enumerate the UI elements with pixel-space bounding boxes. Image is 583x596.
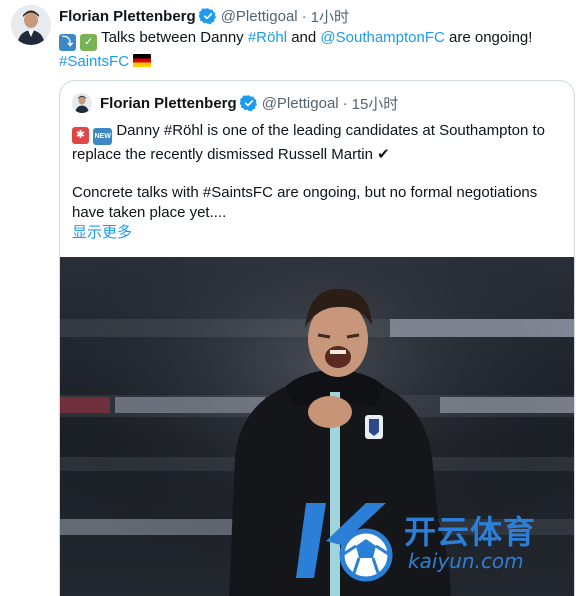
tweet-text-suffix: are ongoing! (444, 29, 533, 46)
quoted-author-name[interactable]: Florian Plettenberg (100, 95, 237, 112)
quoted-verified-badge-icon (239, 95, 257, 112)
author-avatar[interactable] (11, 5, 51, 45)
quoted-author-avatar-image (72, 93, 92, 113)
hashtag-saints-link[interactable]: #SaintsFC (59, 53, 129, 70)
quoted-paragraph-2: Concrete talks with #SaintsFC are ongoin… (72, 184, 538, 221)
kaiyun-logo-icon (296, 503, 393, 582)
hashtag-rohl-link[interactable]: #Röhl (248, 29, 287, 46)
quoted-header-separator: · (342, 94, 348, 112)
tweet: Florian Plettenberg @Plettigoal · 1小时 ⤵ … (0, 0, 583, 596)
header-separator: · (301, 7, 307, 25)
redirect-arrow-icon: ⤵ (59, 34, 76, 51)
watermark-brand-cn: 开云体育 (404, 513, 537, 551)
verified-badge-icon (198, 8, 216, 25)
tweet-text-and: and (287, 29, 321, 46)
brand-watermark: 开云体育 kaiyun.com (296, 493, 576, 588)
quoted-author-avatar[interactable] (72, 93, 92, 113)
author-name[interactable]: Florian Plettenberg (59, 8, 196, 25)
author-handle[interactable]: @Plettigoal (221, 8, 298, 25)
quoted-author-handle[interactable]: @Plettigoal (262, 95, 339, 112)
tweet-time[interactable]: 1小时 (311, 6, 349, 27)
quoted-paragraph-1: Danny #Röhl is one of the leading candid… (72, 122, 545, 163)
germany-flag-icon (133, 54, 152, 67)
author-avatar-image (11, 5, 51, 45)
new-button-icon: NEW (93, 128, 113, 145)
show-more-link[interactable]: 显示更多 (72, 221, 132, 242)
tweet-text: ⤵ ✓ Talks between Danny #Röhl and @South… (59, 27, 569, 72)
mention-southampton-link[interactable]: @SouthamptonFC (320, 29, 444, 46)
quoted-tweet-header: Florian Plettenberg @Plettigoal · 15小时 (100, 92, 398, 114)
watermark-brand-url: kaiyun.com (408, 549, 524, 573)
quoted-tweet-text: ✱ NEW Danny #Röhl is one of the leading … (72, 121, 566, 241)
tweet-text-prefix: Talks between Danny (101, 29, 248, 46)
quoted-tweet-time[interactable]: 15小时 (352, 93, 399, 114)
check-mark-icon: ✓ (80, 34, 98, 51)
siren-icon: ✱ (72, 127, 89, 144)
tweet-header: Florian Plettenberg @Plettigoal · 1小时 (59, 5, 349, 27)
